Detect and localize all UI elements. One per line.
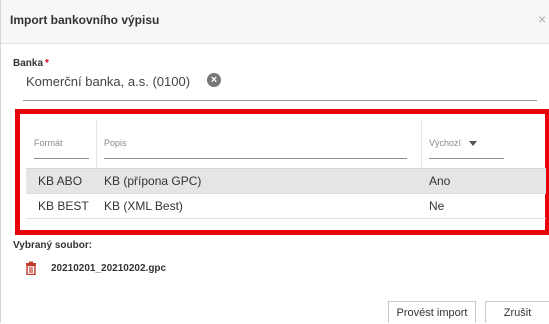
trash-icon[interactable] bbox=[25, 261, 37, 275]
close-icon[interactable]: × bbox=[538, 11, 548, 27]
column-divider bbox=[96, 120, 97, 168]
cell-format: KB BEST bbox=[38, 199, 89, 213]
import-button[interactable]: Provést import bbox=[388, 301, 476, 323]
filter-underline-format[interactable] bbox=[34, 158, 89, 159]
selected-file-label: Vybraný soubor: bbox=[13, 240, 93, 251]
column-header-default[interactable]: Výchozí bbox=[429, 138, 478, 148]
table-header: Formát Popis Výchozí bbox=[26, 120, 546, 169]
bank-label-text: Banka bbox=[13, 58, 44, 69]
column-divider bbox=[421, 120, 422, 168]
cancel-button[interactable]: Zrušit bbox=[485, 301, 549, 323]
bank-select[interactable]: Komerční banka, a.s. (0100) bbox=[26, 74, 190, 89]
bank-field-label: Banka * bbox=[13, 58, 49, 69]
cell-default: Ne bbox=[429, 199, 445, 213]
import-dialog: Import bankovního výpisu × Banka * Komerč… bbox=[0, 0, 549, 323]
required-mark: * bbox=[45, 58, 49, 69]
cell-description: KB (XML Best) bbox=[104, 199, 183, 213]
bank-field-underline bbox=[23, 100, 537, 101]
dialog-header: Import bankovního výpisu × bbox=[1, 0, 549, 44]
cell-format: KB ABO bbox=[38, 174, 83, 188]
filter-underline-default[interactable] bbox=[429, 158, 504, 159]
table-row[interactable]: KB ABO KB (přípona GPC) Ano bbox=[26, 169, 546, 194]
dialog-title: Import bankovního výpisu bbox=[10, 13, 160, 27]
column-header-description[interactable]: Popis bbox=[104, 138, 127, 148]
filter-underline-description[interactable] bbox=[104, 158, 407, 159]
column-header-format[interactable]: Formát bbox=[34, 138, 63, 148]
selected-file-name: 20210201_20210202.gpc bbox=[51, 263, 167, 274]
cell-default: Ano bbox=[429, 174, 451, 188]
cell-description: KB (přípona GPC) bbox=[104, 174, 202, 188]
chevron-down-icon[interactable] bbox=[469, 141, 478, 147]
table-row[interactable]: KB BEST KB (XML Best) Ne bbox=[26, 194, 546, 219]
clear-icon[interactable]: × bbox=[207, 73, 221, 87]
column-header-default-label: Výchozí bbox=[429, 138, 462, 148]
